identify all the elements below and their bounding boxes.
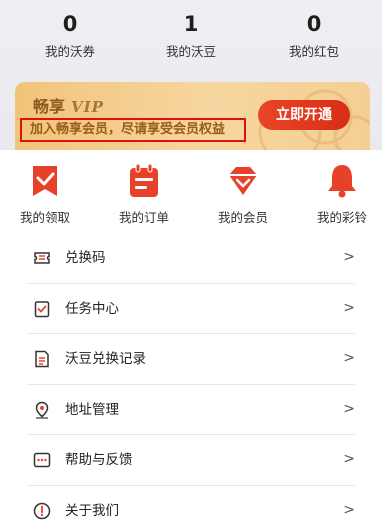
menu-item-label: 任务中心 (65, 300, 119, 317)
chevron-right-icon: > (343, 249, 355, 265)
menu-item-about-us[interactable]: 关于我们 > (27, 486, 355, 532)
location-pin-icon (35, 401, 49, 419)
stats-bar: 0 我的沃券 1 我的沃豆 0 我的红包 (0, 10, 382, 70)
menu-item-task-center[interactable]: 任务中心 > (27, 284, 355, 334)
order-doc-icon (125, 162, 163, 200)
stat-value: 1 (183, 12, 199, 36)
menu-item-label: 兑换码 (65, 250, 106, 266)
stat-beans[interactable]: 1 我的沃豆 (131, 10, 251, 60)
quick-action-label: 我的会员 (217, 210, 268, 225)
menu-item-label: 帮助与反馈 (65, 452, 133, 468)
menu-item-label: 沃豆兑换记录 (65, 351, 146, 367)
menu-item-redeem-code[interactable]: 兑换码 > (27, 233, 355, 284)
chevron-right-icon: > (343, 451, 355, 467)
task-check-icon (34, 300, 50, 317)
quick-actions: 我的领取 我的订单 我的会员 我的彩铃 (0, 162, 382, 232)
stat-value: 0 (62, 12, 78, 36)
quick-my-orders[interactable]: 我的订单 (104, 162, 184, 226)
quick-my-claims[interactable]: 我的领取 (5, 162, 85, 226)
bell-icon (323, 162, 361, 200)
ribbon-check-icon (26, 162, 64, 200)
stat-red-packets[interactable]: 0 我的红包 (254, 10, 374, 60)
feedback-icon (33, 452, 51, 468)
header-background: 0 我的沃券 1 我的沃豆 0 我的红包 畅享 VIP 加入畅享会员，尽请享受会员… (0, 0, 382, 160)
quick-my-membership[interactable]: 我的会员 (203, 162, 283, 226)
stat-label: 我的红包 (288, 44, 339, 59)
menu-list: 兑换码 > 任务中心 > 沃豆兑换记录 > 地址管理 > 帮助与反馈 > 关于我… (0, 233, 382, 532)
menu-item-address[interactable]: 地址管理 > (27, 385, 355, 435)
vip-badge-text: VIP (71, 98, 104, 116)
chevron-right-icon: > (343, 400, 355, 417)
stat-label: 我的沃豆 (165, 44, 216, 59)
ticket-icon (34, 252, 50, 264)
chevron-right-icon: > (343, 299, 355, 316)
diamond-crown-icon (224, 162, 262, 200)
stat-coupons[interactable]: 0 我的沃券 (10, 10, 130, 60)
menu-item-label: 关于我们 (65, 502, 119, 519)
vip-subtitle: 加入畅享会员，尽请享受会员权益 (20, 118, 246, 142)
quick-my-ringtone[interactable]: 我的彩铃 (302, 162, 382, 226)
menu-item-help-feedback[interactable]: 帮助与反馈 > (27, 435, 355, 486)
chevron-right-icon: > (343, 350, 355, 366)
stat-label: 我的沃券 (44, 44, 95, 59)
quick-action-label: 我的订单 (118, 210, 169, 225)
chevron-right-icon: > (343, 501, 355, 518)
activate-now-button[interactable]: 立即开通 (258, 100, 350, 130)
record-doc-icon (35, 350, 49, 368)
main-panel: 我的领取 我的订单 我的会员 我的彩铃 兑换码 > 任务中心 > 沃豆兑换记录 … (0, 150, 382, 532)
info-icon (33, 502, 51, 519)
stat-value: 0 (306, 12, 322, 36)
vip-title: 畅享 VIP (33, 93, 104, 117)
quick-action-label: 我的领取 (19, 210, 70, 225)
vip-title-text: 畅享 (33, 97, 66, 116)
vip-banner[interactable]: 畅享 VIP 加入畅享会员，尽请享受会员权益 立即开通 (15, 82, 370, 150)
menu-item-label: 地址管理 (65, 401, 119, 418)
menu-item-bean-records[interactable]: 沃豆兑换记录 > (27, 334, 355, 385)
quick-action-label: 我的彩铃 (316, 210, 367, 225)
